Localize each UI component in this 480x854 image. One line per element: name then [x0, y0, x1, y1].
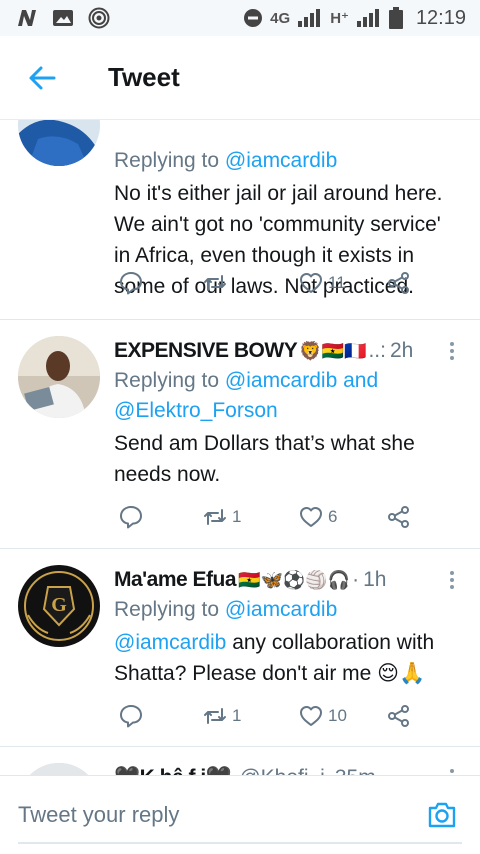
- heart-icon: [300, 507, 322, 527]
- mention-link[interactable]: @iamcardib: [225, 149, 337, 172]
- heart-icon: [300, 706, 322, 726]
- author-handle: ·: [352, 568, 360, 591]
- tweet-text: @iamcardib any collaboration with Shatta…: [114, 631, 435, 685]
- hotspot-icon: [88, 7, 110, 29]
- avatar[interactable]: [18, 336, 100, 418]
- reply-input-underline: [18, 842, 462, 844]
- status-bar: 4G H⁺ 12:19: [0, 0, 480, 36]
- like-count: 10: [328, 706, 347, 725]
- like-button[interactable]: 10: [298, 701, 347, 731]
- author-name-emojis: 🇬🇭🦋⚽🏐🎧: [238, 569, 351, 590]
- gallery-icon: [53, 10, 73, 26]
- replying-to: Replying to @iamcardib: [114, 598, 338, 621]
- reply-input[interactable]: [18, 795, 422, 835]
- share-button[interactable]: [386, 268, 412, 298]
- mention-link[interactable]: @iamcardib: [114, 631, 226, 654]
- author-handle: @Khefi_i: [239, 766, 325, 775]
- mention-link[interactable]: @Elektro_Forson: [114, 399, 278, 422]
- avatar[interactable]: [18, 763, 100, 775]
- author-handle: ..:: [368, 339, 386, 362]
- avatar-image: [18, 763, 100, 775]
- signal-icon: [298, 9, 321, 27]
- more-options-button[interactable]: [442, 565, 462, 595]
- like-button[interactable]: 11: [298, 268, 346, 298]
- share-icon: [388, 705, 409, 727]
- retweet-icon: [204, 708, 226, 724]
- reply-composer: [0, 775, 480, 854]
- tweet-item[interactable]: Replying to @iamcardib No it's either ja…: [0, 120, 480, 320]
- reply-button[interactable]: [118, 701, 148, 731]
- more-options-button[interactable]: [442, 336, 462, 366]
- back-button[interactable]: [0, 36, 84, 120]
- share-icon: [388, 506, 409, 528]
- like-button[interactable]: 6: [298, 502, 337, 532]
- retweet-button[interactable]: [202, 268, 232, 298]
- tweet-time: 1h: [363, 568, 387, 591]
- share-button[interactable]: [386, 502, 412, 532]
- arrow-left-icon: [29, 66, 56, 89]
- replying-to: Replying to @iamcardib and @Elektro_Fors…: [114, 369, 379, 422]
- author-name-emojis: 🦁🇬🇭🇫🇷: [299, 340, 367, 361]
- like-count: 11: [328, 273, 346, 292]
- retweet-count: 1: [232, 507, 242, 526]
- reply-feed[interactable]: Replying to @iamcardib No it's either ja…: [0, 120, 480, 775]
- mention-link[interactable]: @iamcardib: [225, 369, 337, 392]
- heart-icon: [300, 273, 322, 293]
- camera-button[interactable]: [422, 795, 462, 835]
- share-button[interactable]: [386, 701, 412, 731]
- reply-icon: [120, 705, 142, 728]
- page-title: Tweet: [108, 62, 180, 92]
- more-options-button[interactable]: [442, 763, 462, 775]
- share-icon: [388, 272, 409, 294]
- battery-icon: [388, 7, 403, 29]
- reply-button[interactable]: [118, 502, 148, 532]
- avatar[interactable]: G: [18, 565, 100, 647]
- tweet-item[interactable]: G Ma'ame Efua 🇬🇭🦋⚽🏐🎧 · 1h Replying to @i…: [0, 549, 480, 747]
- retweet-button[interactable]: 1: [202, 502, 241, 532]
- app-header: Tweet: [0, 36, 480, 120]
- svg-text:G: G: [51, 594, 67, 616]
- camera-icon: [428, 802, 456, 828]
- avatar-image: [18, 120, 100, 166]
- avatar-image: [18, 336, 100, 418]
- retweet-count: 1: [232, 706, 242, 725]
- signal-2-icon: [356, 9, 379, 27]
- tweet-item[interactable]: EXPENSIVE BOWY 🦁🇬🇭🇫🇷 ..: 2h Replying to …: [0, 320, 480, 549]
- retweet-icon: [204, 509, 226, 525]
- avatar[interactable]: [18, 120, 100, 166]
- tweet-time: 35m: [335, 766, 376, 775]
- reply-icon: [120, 506, 142, 529]
- author-name[interactable]: Ma'ame Efua: [114, 568, 237, 592]
- mention-link[interactable]: @iamcardib: [225, 598, 337, 621]
- reply-button[interactable]: [118, 268, 148, 298]
- network-type-label: 4G: [270, 9, 291, 27]
- do-not-disturb-icon: [244, 9, 263, 27]
- reply-icon: [120, 272, 142, 295]
- tweet-text: Send am Dollars that’s what she needs no…: [114, 432, 415, 486]
- tweet-time: 2h: [389, 339, 414, 362]
- notification-n-icon: [18, 10, 36, 26]
- avatar-image: G: [18, 565, 100, 647]
- clock: 12:19: [415, 6, 466, 29]
- retweet-button[interactable]: 1: [202, 701, 241, 731]
- retweet-icon: [204, 275, 226, 291]
- network-type-2-label: H⁺: [330, 10, 349, 27]
- like-count: 6: [328, 507, 338, 526]
- tweet-item[interactable]: 🖤K hê f i🖤 @Khefi_i 35m: [0, 747, 480, 775]
- author-name[interactable]: EXPENSIVE BOWY: [114, 339, 298, 363]
- replying-to: Replying to @iamcardib: [114, 149, 338, 172]
- author-name[interactable]: 🖤K hê f i🖤: [114, 766, 232, 775]
